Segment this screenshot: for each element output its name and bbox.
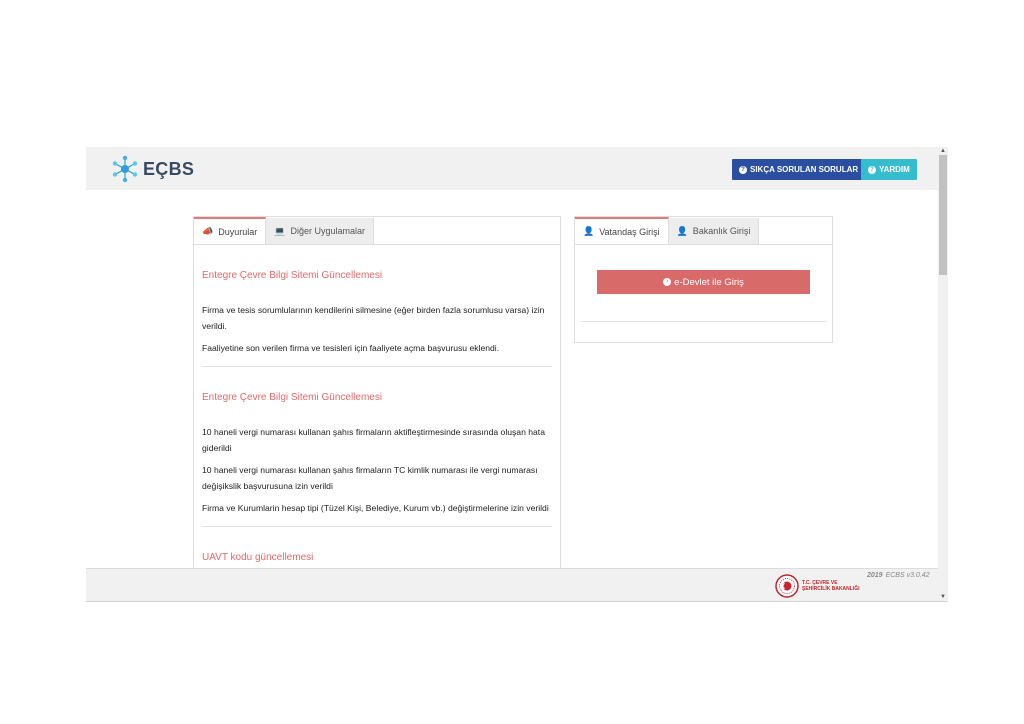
question-circle-icon: ? — [868, 165, 876, 174]
app-version: ECBS v3.0.42 — [885, 572, 930, 579]
question-circle-icon: ? — [739, 165, 747, 174]
news-list: Entegre Çevre Bilgi Sitemi Güncellemesi … — [194, 270, 560, 563]
login-tabs: 👤 Vatandaş Girişi 👤 Bakanlık Girişi — [575, 217, 832, 245]
divider — [202, 366, 552, 367]
ministry-name-line2: ŞEHİRCİLİK BAKANLIĞI — [802, 586, 860, 592]
user-icon: 👤 — [583, 226, 595, 236]
ministry-logo[interactable]: T.C. ÇEVRE VE ŞEHİRCİLİK BAKANLIĞI — [775, 574, 860, 598]
ministry-name: T.C. ÇEVRE VE ŞEHİRCİLİK BAKANLIĞI — [802, 580, 860, 592]
faq-button-label: SIKÇA SORULAN SORULAR — [750, 165, 859, 174]
tab-vatandas-girisi[interactable]: 👤 Vatandaş Girişi — [575, 217, 669, 244]
tab-label: Vatandaş Girişi — [599, 226, 660, 237]
news-title[interactable]: UAVT kodu güncellemesi — [202, 552, 552, 563]
login-panel: 👤 Vatandaş Girişi 👤 Bakanlık Girişi › e-… — [574, 216, 833, 343]
tab-label: Bakanlık Girişi — [692, 226, 751, 236]
news-item: Firma ve Kurumlarin hesap tipi (Tüzel Ki… — [202, 503, 549, 513]
tab-label: Diğer Uygulamalar — [290, 226, 365, 236]
browser-viewport: EÇBS ? SIKÇA SORULAN SORULAR ? YARDIM 📣 … — [86, 147, 948, 602]
top-navbar: EÇBS ? SIKÇA SORULAN SORULAR ? YARDIM — [86, 147, 938, 190]
ministry-seal-icon — [775, 574, 799, 598]
tab-bakanlik-girisi[interactable]: 👤 Bakanlık Girişi — [668, 218, 760, 244]
tab-diger-uygulamalar[interactable]: 💻 Diğer Uygulamalar — [266, 218, 374, 244]
logo-text: EÇBS — [143, 158, 195, 179]
vertical-scrollbar[interactable]: ▲ ▼ — [938, 147, 948, 601]
scroll-down-arrow-icon[interactable]: ▼ — [938, 593, 948, 601]
announcements-tabs: 📣 Duyurular 💻 Diğer Uygulamalar — [194, 217, 560, 245]
scroll-up-arrow-icon[interactable]: ▲ — [938, 147, 948, 155]
news-item: Faaliyetine son verilen firma ve tesisle… — [202, 343, 500, 353]
edevlet-login-label: e-Devlet ile Giriş — [674, 276, 744, 288]
molecule-logo-icon — [112, 155, 138, 183]
announcements-panel: 📣 Duyurular 💻 Diğer Uygulamalar Entegre … — [193, 216, 561, 601]
footer: T.C. ÇEVRE VE ŞEHİRCİLİK BAKANLIĞI 2019 E… — [86, 568, 938, 601]
news-title[interactable]: Entegre Çevre Bilgi Sitemi Güncellemesi — [202, 392, 552, 403]
faq-button[interactable]: ? SIKÇA SORULAN SORULAR — [732, 159, 866, 180]
news-item: 10 haneli vergi numarası kullanan şahıs … — [202, 427, 545, 453]
news-item: 10 haneli vergi numarası kullanan şahıs … — [202, 465, 538, 491]
ecbs-logo[interactable]: EÇBS — [111, 154, 194, 184]
divider — [202, 526, 552, 527]
news-title[interactable]: Entegre Çevre Bilgi Sitemi Güncellemesi — [202, 270, 552, 281]
scrollbar-thumb[interactable] — [939, 155, 947, 275]
chevron-right-circle-icon: › — [663, 278, 672, 286]
tab-duyurular[interactable]: 📣 Duyurular — [194, 217, 267, 244]
edevlet-login-button[interactable]: › e-Devlet ile Giriş — [597, 270, 810, 294]
divider — [581, 321, 826, 322]
help-button[interactable]: ? YARDIM — [861, 159, 917, 180]
copyright-year: 2019 — [867, 572, 883, 579]
version-info: 2019 ECBS v3.0.42 — [867, 572, 930, 579]
laptop-icon: 💻 — [274, 225, 286, 236]
user-icon: 👤 — [676, 225, 688, 236]
megaphone-icon: 📣 — [202, 226, 214, 236]
news-item: Firma ve tesis sorumlularının kendilerin… — [202, 305, 545, 331]
tab-label: Duyurular — [218, 226, 258, 237]
help-button-label: YARDIM — [879, 165, 910, 174]
